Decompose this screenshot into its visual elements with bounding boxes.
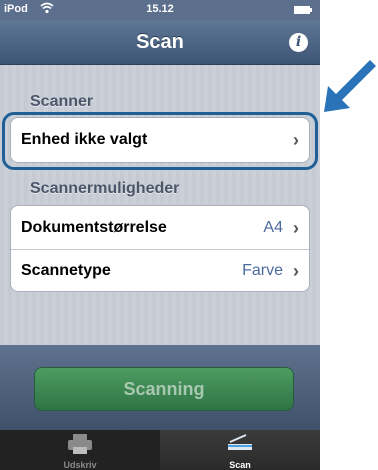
chevron-right-icon: › xyxy=(293,261,299,281)
printer-icon xyxy=(64,433,96,455)
info-icon[interactable]: i xyxy=(289,33,308,52)
arrow-pointer-icon xyxy=(324,60,376,112)
document-size-row[interactable]: Dokumentstørrelse A4 › xyxy=(11,206,309,250)
device-row-highlight xyxy=(2,112,318,170)
tab-print[interactable]: Udskriv xyxy=(0,430,160,470)
tab-print-label: Udskriv xyxy=(63,460,97,470)
document-size-value: A4 xyxy=(263,219,283,236)
status-bar: iPod 15.12 xyxy=(0,0,320,20)
chevron-right-icon: › xyxy=(293,218,299,238)
scanner-section-header: Scanner xyxy=(30,93,94,110)
battery-icon xyxy=(294,6,312,14)
options-group: Dokumentstørrelse A4 › Scannetype Farve … xyxy=(10,205,310,292)
scanner-icon xyxy=(224,433,256,455)
tab-bar: Udskriv Scan xyxy=(0,430,320,470)
tab-scan[interactable]: Scan xyxy=(160,430,320,470)
navigation-bar: Scan i xyxy=(0,20,320,65)
wifi-icon xyxy=(40,2,54,17)
scan-type-row[interactable]: Scannetype Farve › xyxy=(11,249,309,291)
scan-type-label: Scannetype xyxy=(21,262,111,279)
scan-type-value: Farve xyxy=(242,262,283,279)
page-title: Scan xyxy=(136,31,184,53)
scan-button[interactable]: Scanning xyxy=(34,367,294,411)
device-name: iPod xyxy=(4,3,28,15)
document-size-label: Dokumentstørrelse xyxy=(21,219,167,236)
options-section-header: Scannermuligheder xyxy=(30,180,180,197)
tab-scan-label: Scan xyxy=(229,460,251,470)
phone-screen: iPod 15.12 Scan i Scanner Enhed ikke val… xyxy=(0,0,320,470)
